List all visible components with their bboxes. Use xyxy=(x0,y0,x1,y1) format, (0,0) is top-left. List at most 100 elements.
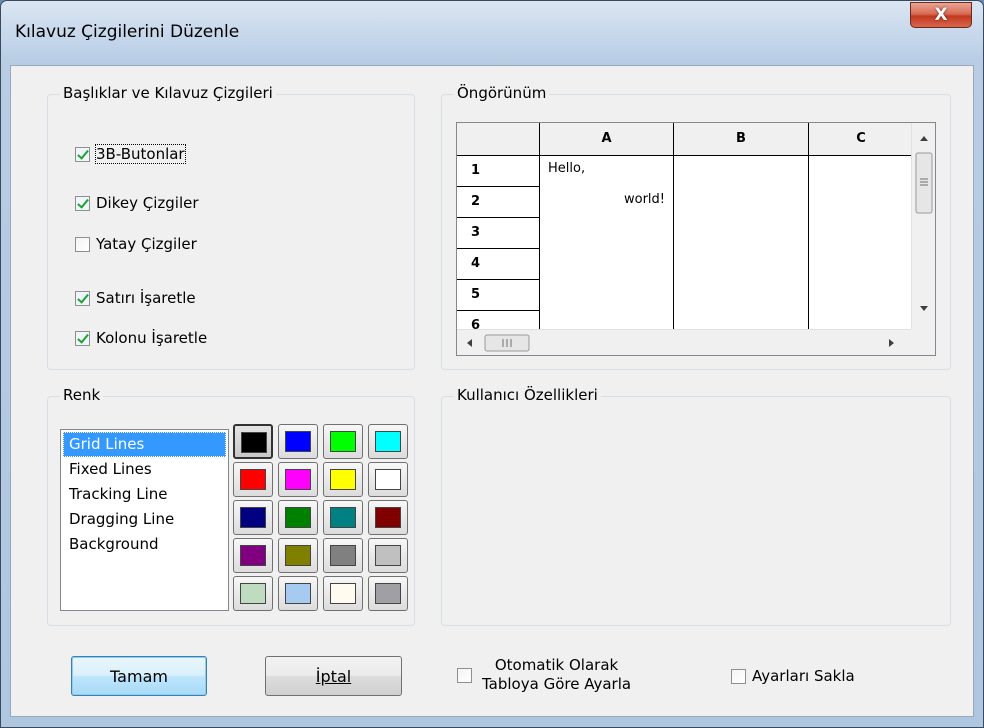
color-group: Renk Grid Lines Fixed Lines Tracking Lin… xyxy=(47,386,415,626)
save-settings-option[interactable]: Ayarları Sakla xyxy=(731,667,855,685)
checkbox-3d-buttons-label: 3B-Butonlar xyxy=(95,144,186,164)
checkbox-horizontal-lines[interactable]: Yatay Çizgiler xyxy=(75,235,197,253)
dialog-window: Kılavuz Çizgilerini Düzenle X Başlıklar … xyxy=(0,0,984,728)
color-swatch[interactable] xyxy=(323,538,363,573)
color-swatch[interactable] xyxy=(233,538,273,573)
color-swatch[interactable] xyxy=(233,424,273,459)
headers-group-title: Başlıklar ve Kılavuz Çizgileri xyxy=(60,84,276,102)
preview-group-title: Öngörünüm xyxy=(454,84,550,102)
preview-group: Öngörünüm A B C 1 2 3 4 5 6 Hello, world… xyxy=(441,84,951,370)
headers-group: Başlıklar ve Kılavuz Çizgileri 3B-Butonl… xyxy=(47,84,415,370)
color-swatch-fill xyxy=(285,469,311,490)
color-swatch-fill xyxy=(240,507,266,528)
save-settings-checkbox[interactable] xyxy=(731,668,746,684)
color-swatch-fill xyxy=(285,431,311,452)
auto-adjust-option[interactable]: Otomatik Olarak Tabloya Göre Ayarla xyxy=(457,656,631,694)
color-swatch[interactable] xyxy=(323,576,363,611)
color-swatch-fill xyxy=(241,432,267,453)
list-item[interactable]: Grid Lines xyxy=(63,432,226,457)
color-swatch-fill xyxy=(330,469,356,490)
horizontal-scrollbar[interactable] xyxy=(457,329,913,355)
checkbox-vertical-lines-box[interactable] xyxy=(75,195,90,211)
color-swatch[interactable] xyxy=(323,500,363,535)
dialog-client-area: Başlıklar ve Kılavuz Çizgileri 3B-Butonl… xyxy=(10,65,974,717)
list-item[interactable]: Background xyxy=(63,532,226,557)
color-swatch[interactable] xyxy=(233,576,273,611)
color-swatch[interactable] xyxy=(368,576,408,611)
color-swatch-fill xyxy=(240,469,266,490)
checkbox-mark-column[interactable]: Kolonu İşaretle xyxy=(75,329,207,347)
grid-row-header[interactable]: 1 xyxy=(457,156,540,187)
checkbox-horizontal-lines-label: Yatay Çizgiler xyxy=(96,235,197,253)
list-item[interactable]: Dragging Line xyxy=(63,507,226,532)
grid-row-header[interactable]: 4 xyxy=(457,249,540,280)
color-swatch[interactable] xyxy=(323,462,363,497)
color-swatch-fill xyxy=(330,431,356,452)
checkbox-vertical-lines[interactable]: Dikey Çizgiler xyxy=(75,194,199,212)
color-swatch-fill xyxy=(375,507,401,528)
close-icon: X xyxy=(934,5,948,25)
vertical-scrollbar[interactable] xyxy=(911,123,935,331)
ok-button[interactable]: Tamam xyxy=(71,656,207,696)
color-swatch-fill xyxy=(375,545,401,566)
checkbox-mark-column-box[interactable] xyxy=(75,330,90,346)
auto-adjust-checkbox[interactable] xyxy=(457,667,472,683)
color-swatch[interactable] xyxy=(233,500,273,535)
grid-row-header[interactable]: 6 xyxy=(457,311,540,331)
grid-cell-a2: world! xyxy=(623,192,665,207)
color-swatch[interactable] xyxy=(368,424,408,459)
color-swatch[interactable] xyxy=(368,500,408,535)
checkbox-horizontal-lines-box[interactable] xyxy=(75,236,90,252)
grid-row-header[interactable]: 3 xyxy=(457,218,540,249)
checkbox-3d-buttons-box[interactable] xyxy=(75,146,90,162)
cancel-button-label: İptal xyxy=(315,666,352,686)
grid-column-header[interactable]: A xyxy=(540,123,674,156)
window-title: Kılavuz Çizgilerini Düzenle xyxy=(15,22,240,42)
grid-column-b[interactable] xyxy=(674,156,809,331)
close-button[interactable]: X xyxy=(910,2,972,28)
save-settings-label: Ayarları Sakla xyxy=(752,667,855,685)
checkbox-mark-row[interactable]: Satırı İşaretle xyxy=(75,289,196,307)
color-target-list[interactable]: Grid Lines Fixed Lines Tracking Line Dra… xyxy=(60,429,229,611)
color-swatch[interactable] xyxy=(278,538,318,573)
color-swatch[interactable] xyxy=(278,500,318,535)
color-swatch-fill xyxy=(330,507,356,528)
grid-column-header[interactable]: B xyxy=(674,123,809,156)
color-swatch[interactable] xyxy=(368,462,408,497)
color-swatch-fill xyxy=(285,507,311,528)
cancel-button[interactable]: İptal xyxy=(265,656,402,696)
grid-row-header[interactable]: 2 xyxy=(457,187,540,218)
color-swatch[interactable] xyxy=(278,576,318,611)
auto-adjust-label-line1: Otomatik Olarak xyxy=(494,656,619,674)
color-swatch-fill xyxy=(330,545,356,566)
color-swatch-fill xyxy=(240,545,266,566)
grid-column-header[interactable]: C xyxy=(809,123,913,156)
list-item[interactable]: Tracking Line xyxy=(63,482,226,507)
checkbox-mark-row-box[interactable] xyxy=(75,290,90,306)
checkbox-mark-row-label: Satırı İşaretle xyxy=(96,289,196,307)
color-swatch[interactable] xyxy=(233,462,273,497)
color-swatch-fill xyxy=(375,469,401,490)
auto-adjust-label: Otomatik Olarak Tabloya Göre Ayarla xyxy=(482,656,631,694)
color-swatch-fill xyxy=(375,431,401,452)
color-swatch[interactable] xyxy=(368,538,408,573)
grid-row-header[interactable]: 5 xyxy=(457,280,540,311)
grid-cell-a1: Hello, xyxy=(548,161,586,176)
grid-column-a[interactable]: Hello, world! xyxy=(540,156,674,331)
auto-adjust-label-line2: Tabloya Göre Ayarla xyxy=(482,675,632,693)
user-properties-group: Kullanıcı Özellikleri xyxy=(441,386,951,626)
user-properties-group-title: Kullanıcı Özellikleri xyxy=(454,386,601,404)
color-swatch-fill xyxy=(375,583,401,604)
color-swatch[interactable] xyxy=(278,462,318,497)
color-swatch-fill xyxy=(285,545,311,566)
vertical-scrollbar-graphic xyxy=(915,136,933,311)
color-swatch-fill xyxy=(330,583,356,604)
color-swatch[interactable] xyxy=(323,424,363,459)
horizontal-scrollbar-graphic xyxy=(467,334,894,352)
preview-grid[interactable]: A B C 1 2 3 4 5 6 Hello, world! xyxy=(456,122,936,356)
checkbox-3d-buttons[interactable]: 3B-Butonlar xyxy=(75,144,186,164)
list-item[interactable]: Fixed Lines xyxy=(63,457,226,482)
title-bar[interactable]: Kılavuz Çizgilerini Düzenle X xyxy=(1,1,983,65)
color-swatch[interactable] xyxy=(278,424,318,459)
checkbox-mark-column-label: Kolonu İşaretle xyxy=(96,329,208,347)
